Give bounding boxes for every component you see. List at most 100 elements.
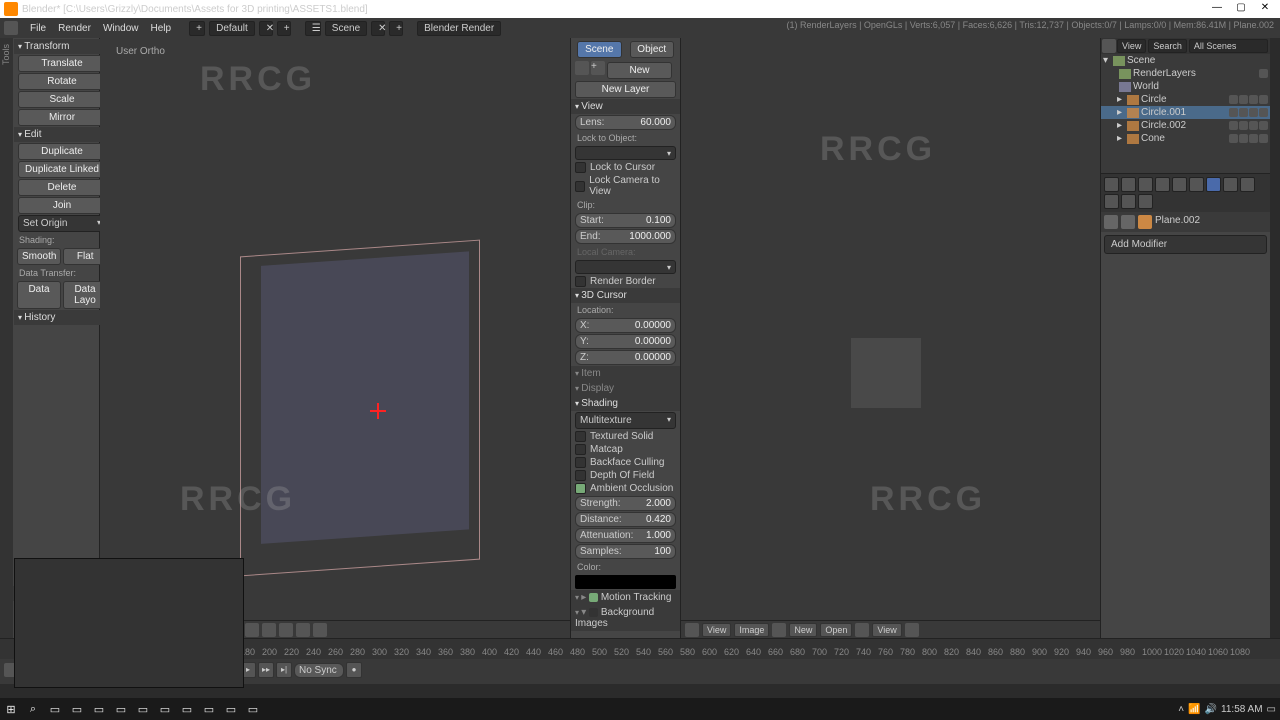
outliner-row-world[interactable]: World	[1101, 80, 1270, 93]
set-origin-dropdown[interactable]: Set Origin	[18, 215, 106, 232]
ao-attenuation-field[interactable]: Attenuation:1.000	[575, 528, 676, 543]
tab-world-icon[interactable]	[1155, 177, 1170, 192]
render-engine[interactable]: Blender Render	[417, 21, 501, 36]
3d-viewport[interactable]: User Ortho Global	[100, 38, 570, 638]
view-menu[interactable]: View	[702, 623, 731, 637]
sync-mode-dropdown[interactable]: No Sync	[294, 663, 344, 678]
local-camera-field[interactable]	[575, 260, 676, 274]
layers-grid-icon[interactable]	[279, 623, 293, 637]
app-icon[interactable]: ▭	[110, 699, 132, 719]
translate-button[interactable]: Translate	[18, 55, 106, 72]
render-border-check[interactable]: Render Border	[571, 275, 680, 288]
tray-wifi-icon[interactable]: 📶	[1188, 704, 1200, 715]
clip-start-field[interactable]: Start:0.100	[575, 213, 676, 228]
add-modifier-dropdown[interactable]: Add Modifier	[1104, 235, 1267, 254]
tray-notifications-icon[interactable]: ▭	[1267, 704, 1276, 715]
editor-type-icon[interactable]	[4, 21, 18, 35]
tab-object[interactable]: Object	[630, 41, 675, 58]
channels-icon[interactable]	[905, 623, 919, 637]
screen-layout[interactable]: Default	[209, 21, 255, 36]
clip-end-field[interactable]: End:1000.000	[575, 229, 676, 244]
tab-render-icon[interactable]	[1104, 177, 1119, 192]
textured-solid-check[interactable]: Textured Solid	[571, 430, 680, 443]
mirror-button[interactable]: Mirror	[18, 109, 106, 126]
panel-3dcursor[interactable]: 3D Cursor	[571, 288, 680, 303]
cursor-y[interactable]: Y:0.00000	[575, 334, 676, 349]
proportional-icon[interactable]	[262, 623, 276, 637]
panel-bg-images[interactable]: ▾ Background Images	[571, 605, 680, 631]
ao-strength-field[interactable]: Strength:2.000	[575, 496, 676, 511]
app-icon[interactable]: ▭	[220, 699, 242, 719]
duplicate-linked-button[interactable]: Duplicate Linked	[18, 161, 106, 178]
layout-prev-icon[interactable]: +	[189, 21, 205, 36]
tray-volume-icon[interactable]: 🔊	[1205, 704, 1217, 715]
shading-mode-dropdown[interactable]: Multitexture	[575, 412, 676, 429]
lock-object-field[interactable]	[575, 146, 676, 160]
tab-physics-icon[interactable]	[1138, 194, 1153, 209]
panel-edit[interactable]: Edit	[14, 127, 110, 142]
scene-icon[interactable]: ☰	[305, 21, 321, 36]
tab-render-layers-icon[interactable]	[1121, 177, 1136, 192]
search-icon[interactable]: ⌕	[22, 699, 44, 719]
layout-delete-icon[interactable]: ✕	[259, 21, 273, 36]
tab-particles-icon[interactable]	[1121, 194, 1136, 209]
cursor-z[interactable]: Z:0.00000	[575, 350, 676, 365]
app-icon[interactable]: ▭	[132, 699, 154, 719]
ao-color-swatch[interactable]	[575, 575, 676, 589]
ao-check[interactable]: Ambient Occlusion	[571, 482, 680, 495]
outliner-row-circle-002[interactable]: ▸Circle.002	[1101, 119, 1270, 132]
tab-scene-icon[interactable]	[1138, 177, 1153, 192]
tab-material-icon[interactable]	[1240, 177, 1255, 192]
new-layer-button[interactable]: New Layer	[575, 81, 676, 98]
dof-check[interactable]: Depth Of Field	[571, 469, 680, 482]
overlays-icon[interactable]	[313, 623, 327, 637]
outliner[interactable]: ▾Scene RenderLayers World ▸Circle ▸Circl…	[1101, 54, 1270, 174]
join-button[interactable]: Join	[18, 197, 106, 214]
uv-icon[interactable]	[855, 623, 869, 637]
cube-icon[interactable]	[1121, 215, 1135, 229]
ao-samples-field[interactable]: Samples:100	[575, 544, 676, 559]
image-open-button[interactable]: Open	[820, 623, 852, 637]
autokey-icon[interactable]: ●	[346, 662, 362, 678]
outliner-row-renderlayers[interactable]: RenderLayers	[1101, 67, 1270, 80]
tab-object-icon[interactable]	[1172, 177, 1187, 192]
scene-delete-icon[interactable]: ✕	[371, 21, 385, 36]
app-icon[interactable]: ▭	[88, 699, 110, 719]
panel-display[interactable]: Display	[571, 381, 680, 396]
tab-scene[interactable]: Scene	[577, 41, 622, 58]
panel-view[interactable]: View	[571, 99, 680, 114]
keyframe-next-icon[interactable]: ▸▸	[258, 662, 274, 678]
app-icon[interactable]: ▭	[154, 699, 176, 719]
grease-pencil-icon[interactable]	[575, 61, 589, 75]
cursor-x[interactable]: X:0.00000	[575, 318, 676, 333]
image-browse-icon[interactable]	[772, 623, 786, 637]
panel-item[interactable]: Item	[571, 366, 680, 381]
menu-window[interactable]: Window	[97, 23, 145, 34]
panel-shading[interactable]: Shading	[571, 396, 680, 411]
minimize-button[interactable]: —	[1206, 2, 1228, 16]
rotate-button[interactable]: Rotate	[18, 73, 106, 90]
app-icon[interactable]: ▭	[242, 699, 264, 719]
outliner-view-menu[interactable]: View	[1117, 39, 1146, 53]
add-gp-icon[interactable]: +	[591, 61, 605, 75]
outliner-row-cone[interactable]: ▸Cone	[1101, 132, 1270, 145]
wrench-icon[interactable]	[1104, 215, 1118, 229]
view-mode[interactable]: View	[872, 623, 901, 637]
editor-type-icon[interactable]	[685, 623, 699, 637]
jump-end-icon[interactable]: ▸|	[276, 662, 292, 678]
menu-help[interactable]: Help	[145, 23, 178, 34]
shade-smooth-button[interactable]: Smooth	[17, 248, 61, 265]
menu-render[interactable]: Render	[52, 23, 97, 34]
scene-add-icon[interactable]: +	[389, 21, 403, 36]
breadcrumb-name[interactable]: Plane.002	[1155, 215, 1200, 229]
close-button[interactable]: ✕	[1254, 2, 1276, 16]
panel-transform[interactable]: Transform	[14, 39, 110, 54]
system-tray[interactable]: ˄ 📶 🔊 11:58 AM ▭	[1174, 704, 1280, 715]
scale-button[interactable]: Scale	[18, 91, 106, 108]
lock-camera-check[interactable]: Lock Camera to View	[571, 174, 680, 198]
layout-add-icon[interactable]: +	[277, 21, 291, 36]
matcap-check[interactable]: Matcap	[571, 443, 680, 456]
outliner-row-scene[interactable]: ▾Scene	[1101, 54, 1270, 67]
backface-culling-check[interactable]: Backface Culling	[571, 456, 680, 469]
outliner-row-circle-001[interactable]: ▸Circle.001	[1101, 106, 1270, 119]
